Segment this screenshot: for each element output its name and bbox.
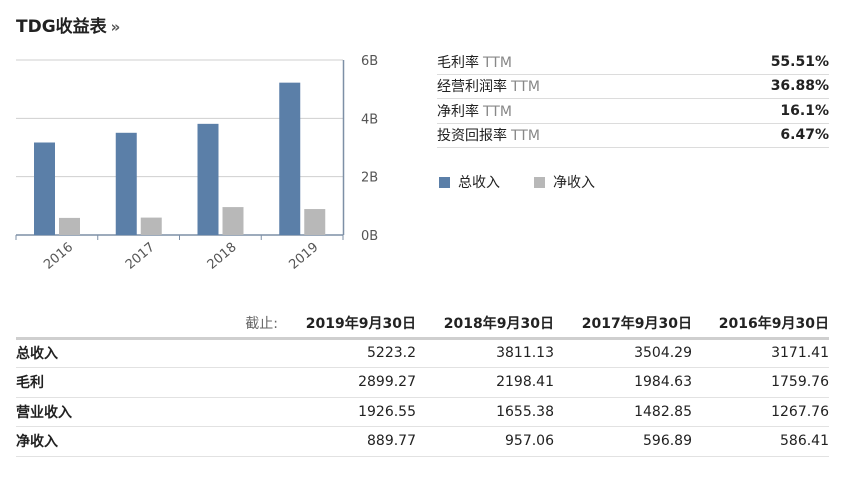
x-tick-label: 2019: [286, 240, 321, 273]
table-row: 毛利 2899.27 2198.41 1984.63 1759.76: [16, 367, 829, 398]
legend-item-revenue[interactable]: 总收入: [439, 172, 500, 192]
bar-net-income: [59, 217, 80, 235]
more-link[interactable]: »: [111, 18, 121, 36]
table-row: 净收入 889.77 957.06 596.89 586.41: [16, 426, 829, 457]
bar-revenue: [197, 123, 219, 235]
legend-label: 净收入: [553, 175, 595, 191]
table-cell: 1267.76: [692, 397, 829, 427]
table-row: 营业收入 1926.55 1655.38 1482.85 1267.76: [16, 397, 829, 427]
bar-net-income: [222, 207, 244, 235]
ratio-value: 36.88%: [770, 78, 829, 95]
ratio-row: 投资回报率 TTM 6.47%: [437, 124, 829, 148]
y-tick-label: 6B: [361, 54, 378, 69]
bar-revenue: [115, 132, 137, 235]
column-header: 2019年9月30日: [278, 309, 416, 340]
bar-revenue: [34, 142, 55, 235]
table-cell: 2899.27: [278, 367, 416, 398]
ratio-row: 毛利率 TTM 55.51%: [437, 50, 829, 75]
table-row: 总收入 5223.2 3811.13 3504.29 3171.41: [16, 338, 829, 368]
row-label: 营业收入: [16, 397, 140, 427]
ratio-row: 净利率 TTM 16.1%: [437, 99, 829, 124]
ratio-label: 经营利润率: [437, 79, 507, 96]
table-cell: 5223.2: [278, 338, 416, 368]
table-cell: 586.41: [692, 426, 829, 457]
ratio-value: 55.51%: [770, 53, 829, 70]
row-label: 毛利: [16, 367, 140, 398]
row-label: 净收入: [16, 426, 140, 457]
table-cell: 1655.38: [416, 397, 554, 427]
y-tick-label: 0B: [361, 229, 378, 244]
table-cell: 3171.41: [692, 338, 829, 368]
x-tick-label: 2016: [41, 240, 76, 273]
chart-legend: 总收入 净收入: [439, 172, 629, 192]
income-bar-chart: 6B 4B 2B 0B 2016 2017 2018 2019: [15, 54, 378, 273]
ratio-ttm: TTM: [483, 54, 512, 71]
legend-item-net-income[interactable]: 净收入: [534, 172, 595, 192]
table-header-blank: [16, 309, 140, 340]
ratios-panel: 毛利率 TTM 55.51% 经营利润率 TTM 36.88% 净利率 TTM 16.…: [437, 50, 829, 148]
ratio-label: 投资回报率: [437, 128, 507, 145]
ratio-value: 16.1%: [780, 102, 829, 119]
ratio-label: 毛利率: [437, 54, 479, 71]
title-text: TDG收益表: [16, 17, 107, 37]
table-cell: 957.06: [416, 426, 554, 457]
asof-label: 截止:: [140, 309, 278, 340]
table-header-row: 截止: 2019年9月30日 2018年9月30日 2017年9月30日 201…: [16, 309, 829, 340]
table-cell: 1482.85: [554, 397, 692, 427]
column-header: 2017年9月30日: [554, 309, 692, 340]
y-tick-label: 4B: [361, 112, 378, 127]
table-cell: 2198.41: [416, 367, 554, 398]
ratio-row: 经营利润率 TTM 36.88%: [437, 75, 829, 99]
table-cell: 3811.13: [416, 338, 554, 368]
table-cell: 596.89: [554, 426, 692, 457]
table-cell: 1759.76: [692, 367, 829, 398]
table-cell: 3504.29: [554, 338, 692, 368]
x-tick-label: 2017: [123, 240, 158, 273]
page-title: TDG收益表»: [16, 12, 120, 37]
bar-net-income: [304, 209, 326, 235]
column-header: 2018年9月30日: [416, 309, 554, 340]
table-cell: 1926.55: [278, 397, 416, 427]
table-cell: 889.77: [278, 426, 416, 457]
ratio-ttm: TTM: [511, 128, 540, 145]
ratio-ttm: TTM: [483, 103, 512, 120]
y-tick-label: 2B: [361, 171, 378, 186]
legend-swatch-revenue: [439, 176, 450, 188]
table-cell: 1984.63: [554, 367, 692, 398]
ratio-value: 6.47%: [780, 127, 829, 144]
ratio-label: 净利率: [437, 103, 479, 120]
x-tick-label: 2018: [205, 240, 240, 273]
bar-net-income: [140, 217, 162, 235]
column-header: 2016年9月30日: [692, 309, 829, 340]
financials-table: 截止: 2019年9月30日 2018年9月30日 2017年9月30日 201…: [16, 309, 829, 457]
row-label: 总收入: [16, 338, 140, 368]
bar-revenue: [279, 82, 301, 235]
legend-swatch-net-income: [534, 176, 545, 188]
legend-label: 总收入: [458, 175, 500, 191]
ratio-ttm: TTM: [511, 79, 540, 96]
